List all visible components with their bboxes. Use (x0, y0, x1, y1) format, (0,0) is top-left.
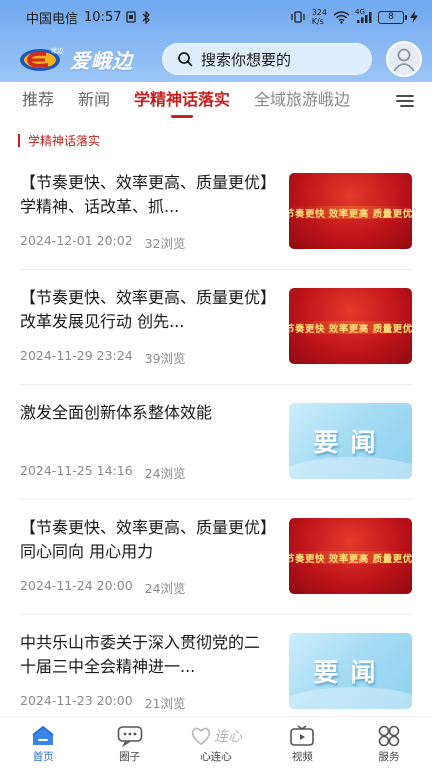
article-item[interactable]: 【节奏更快、效率更高、质量更优】同心同向 用心用力 2024-11-24 20:… (20, 500, 412, 615)
thumbnail-caption: 要闻 (313, 658, 388, 687)
article-item[interactable]: 【节奏更快、效率更高、质量更优】学精神、话改革、抓... 2024-12-01 … (20, 155, 412, 270)
article-thumbnail: 要闻 (289, 633, 412, 709)
nav-video[interactable]: 视频 (259, 717, 345, 768)
svg-text:峨边: 峨边 (51, 47, 63, 55)
article-title: 【节奏更快、效率更高、质量更优】改革发展见行动 创先... (20, 288, 269, 331)
article-meta: 2024-11-25 14:16 24浏览 (20, 463, 186, 482)
carrier-label: 中国电信 (26, 11, 79, 27)
article-thumbnail: 节奏更快 效率更高 质量更优 (289, 288, 412, 364)
chat-icon (117, 725, 143, 747)
article-views: 39浏览 (144, 351, 186, 366)
cellular-signal-icon: 4G (355, 8, 372, 24)
article-title: 【节奏更快、效率更高、质量更优】学精神、话改革、抓... (20, 173, 269, 216)
article-date: 2024-11-25 14:16 (20, 463, 133, 478)
thumbnail-caption: 节奏更快 效率更高 质量更优 (289, 209, 412, 220)
clock: 10:57 (84, 9, 122, 25)
user-avatar[interactable] (386, 41, 422, 77)
nav-services[interactable]: 服务 (346, 717, 432, 768)
article-item[interactable]: 【节奏更快、效率更高、质量更优】改革发展见行动 创先... 2024-11-29… (20, 270, 412, 385)
bottom-navigation: 首页 圈子 连心 心连心 视频 服务 (0, 716, 432, 768)
article-thumbnail: 节奏更快 效率更高 质量更优 (289, 518, 412, 594)
nav-circle[interactable]: 圈子 (86, 717, 172, 768)
channel-menu-button[interactable] (376, 82, 432, 120)
notification-icon (125, 11, 137, 23)
bluetooth-icon (141, 10, 151, 24)
article-date: 2024-12-01 20:02 (20, 233, 133, 248)
search-bar[interactable]: 搜索你想要的 (162, 43, 372, 75)
logo-text: 爱峨边 (70, 48, 133, 73)
section-marker (18, 134, 20, 147)
header: 中国电信 10:57 324 K/s 4G 8 峨边 爱峨边 搜索你想要的 (0, 0, 432, 82)
app-bar: 峨边 爱峨边 搜索你想要的 (0, 38, 432, 80)
network-speed: 324 K/s (311, 8, 327, 26)
article-meta: 2024-11-29 23:24 39浏览 (20, 348, 186, 367)
nav-label: 服务 (378, 751, 400, 763)
article-meta: 2024-11-23 20:00 21浏览 (20, 693, 186, 712)
heart-connect-icon: 连心 (190, 725, 242, 747)
vibrate-icon (290, 11, 306, 23)
heart-connect-logo-text: 连心 (214, 729, 243, 745)
section-title: 学精神话落实 (28, 134, 101, 148)
category-tabs: 推荐 新闻 学精神话落实 全域旅游峨边 (0, 82, 432, 120)
nav-home[interactable]: 首页 (0, 717, 86, 768)
article-views: 32浏览 (144, 236, 186, 251)
nav-label: 心连心 (200, 751, 232, 763)
thumbnail-caption: 要闻 (313, 428, 388, 457)
nav-label: 圈子 (119, 751, 141, 763)
home-icon (30, 725, 56, 747)
services-icon (376, 725, 402, 747)
article-meta: 2024-12-01 20:02 32浏览 (20, 233, 186, 252)
article-date: 2024-11-29 23:24 (20, 348, 133, 363)
menu-icon (396, 95, 414, 107)
article-thumbnail: 节奏更快 效率更高 质量更优 (289, 173, 412, 249)
search-icon (177, 51, 193, 67)
article-meta: 2024-11-24 20:00 24浏览 (20, 578, 186, 597)
app-logo: 峨边 爱峨边 (18, 44, 158, 74)
wifi-icon (333, 10, 350, 24)
user-icon (393, 48, 415, 72)
tab-news[interactable]: 新闻 (78, 82, 110, 120)
article-item[interactable]: 中共乐山市委关于深入贯彻党的二十届三中全会精神进一... 2024-11-23 … (20, 615, 412, 730)
tab-tourism[interactable]: 全域旅游峨边 (254, 82, 350, 120)
battery-icon: 8 (378, 10, 407, 24)
charging-icon (410, 11, 418, 23)
tab-recommend[interactable]: 推荐 (22, 82, 54, 120)
article-date: 2024-11-24 20:00 (20, 578, 133, 593)
article-thumbnail: 要闻 (289, 403, 412, 479)
article-item[interactable]: 激发全面创新体系整体效能 2024-11-25 14:16 24浏览 要闻 (20, 385, 412, 500)
nav-heart-connect[interactable]: 连心 心连心 (173, 717, 259, 768)
logo-icon: 峨边 (18, 44, 66, 74)
article-views: 24浏览 (144, 581, 186, 596)
article-title: 中共乐山市委关于深入贯彻党的二十届三中全会精神进一... (20, 633, 261, 676)
nav-label: 首页 (32, 751, 54, 763)
tab-study-spirit[interactable]: 学精神话落实 (134, 82, 230, 120)
article-list: 【节奏更快、效率更高、质量更优】学精神、话改革、抓... 2024-12-01 … (0, 155, 432, 730)
article-views: 24浏览 (144, 466, 186, 481)
section-header: 学精神话落实 (18, 132, 100, 149)
article-views: 21浏览 (144, 696, 186, 711)
status-bar: 中国电信 10:57 324 K/s 4G 8 (0, 0, 432, 34)
article-title: 【节奏更快、效率更高、质量更优】同心同向 用心用力 (20, 518, 269, 561)
thumbnail-caption: 节奏更快 效率更高 质量更优 (289, 324, 412, 335)
article-title: 激发全面创新体系整体效能 (20, 403, 213, 422)
article-date: 2024-11-23 20:00 (20, 693, 133, 708)
thumbnail-caption: 节奏更快 效率更高 质量更优 (289, 554, 412, 565)
nav-label: 视频 (291, 751, 313, 763)
search-placeholder: 搜索你想要的 (201, 50, 292, 69)
video-icon (289, 725, 315, 747)
